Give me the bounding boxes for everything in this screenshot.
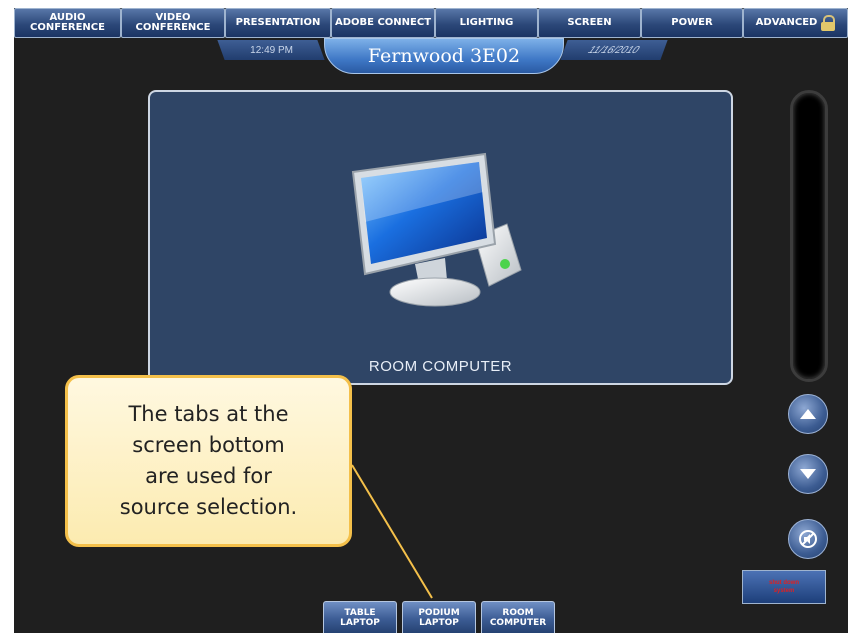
- room-title: Fernwood 3E02: [324, 38, 564, 74]
- tab-audio-conference[interactable]: AUDIO CONFERENCE: [14, 8, 121, 38]
- source-preview-panel: ROOM COMPUTER: [148, 90, 733, 385]
- time-display: 12:49 PM: [217, 40, 325, 60]
- tab-label: ADOBE CONNECT: [334, 17, 432, 28]
- tab-label: ADVANCED: [755, 17, 818, 28]
- volume-down-icon: [800, 469, 816, 479]
- tab-label: VIDEO CONFERENCE: [135, 12, 211, 33]
- tab-label: AUDIO CONFERENCE: [30, 12, 105, 33]
- tab-adobe-connect[interactable]: ADOBE CONNECT: [331, 8, 435, 38]
- volume-down-button[interactable]: [788, 454, 828, 494]
- tab-screen[interactable]: SCREEN: [538, 8, 641, 38]
- system-power-button[interactable]: shut down system: [742, 570, 826, 604]
- source-tab-room-computer[interactable]: ROOM COMPUTER: [481, 601, 555, 633]
- mute-icon: [799, 530, 817, 548]
- tab-presentation[interactable]: PRESENTATION: [225, 8, 331, 38]
- annotation-callout: The tabs at the screen bottom are used f…: [65, 375, 352, 547]
- date-display: 11/16/2010: [560, 40, 668, 60]
- mute-button[interactable]: [788, 519, 828, 559]
- source-label: ROOM COMPUTER: [368, 358, 513, 375]
- tab-label: SCREEN: [567, 17, 612, 28]
- source-tab-podium-laptop[interactable]: PODIUM LAPTOP: [402, 601, 476, 633]
- tab-label: LIGHTING: [459, 17, 514, 28]
- volume-level-bar: [790, 90, 828, 382]
- tab-advanced[interactable]: ADVANCED: [743, 8, 848, 38]
- status-bar: 12:49 PM 11/16/2010 Fernwood 3E02: [209, 38, 669, 74]
- tab-label: PRESENTATION: [235, 17, 321, 28]
- tab-power[interactable]: POWER: [641, 8, 743, 38]
- tab-video-conference[interactable]: VIDEO CONFERENCE: [121, 8, 225, 38]
- volume-up-icon: [800, 409, 816, 419]
- volume-up-button[interactable]: [788, 394, 828, 434]
- tab-label: POWER: [671, 17, 713, 28]
- tab-lighting[interactable]: LIGHTING: [435, 8, 538, 38]
- source-tab-table-laptop[interactable]: TABLE LAPTOP: [323, 601, 397, 633]
- lock-icon: [821, 15, 836, 31]
- computer-icon: [351, 152, 522, 307]
- top-navigation: AUDIO CONFERENCE VIDEO CONFERENCE PRESEN…: [14, 8, 848, 38]
